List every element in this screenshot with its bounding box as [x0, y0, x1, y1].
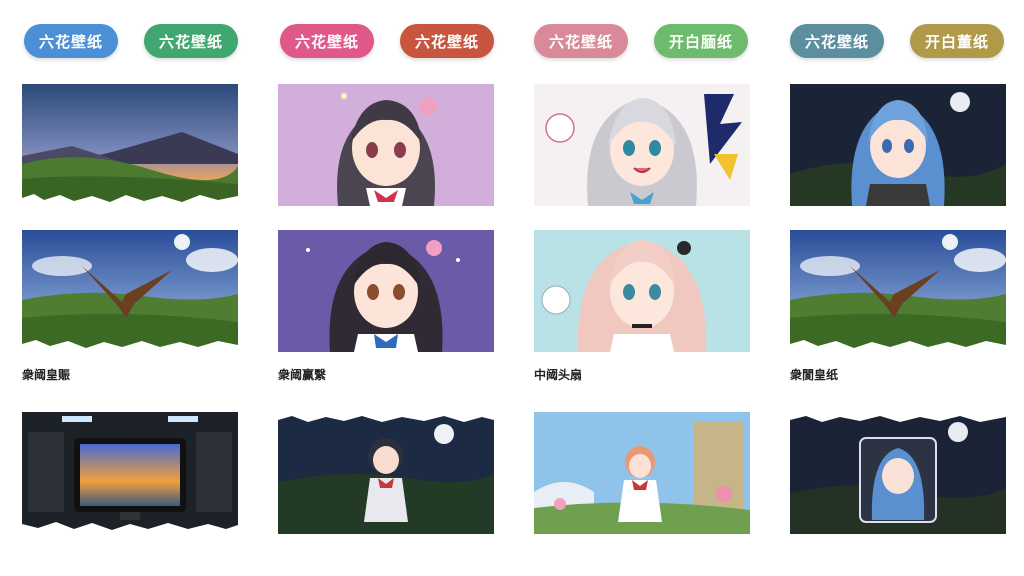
tab-wallpaper-5[interactable]: 六花壁纸 [534, 24, 628, 58]
mountain-sunset-image [22, 84, 238, 206]
eagle-meadow-image-2 [790, 230, 1006, 352]
anime-girl-flower-image [278, 84, 494, 206]
caption-1: 衆阈皇赈 [22, 368, 71, 382]
caption-2: 衆阈赢繄 [278, 368, 327, 382]
wallpaper-anime-girl-dark[interactable] [278, 230, 494, 352]
eagle-meadow-image [22, 230, 238, 352]
wallpaper-eagle-meadow-1[interactable] [22, 230, 238, 352]
anime-girl-castle-image [534, 412, 750, 534]
wallpaper-anime-girl-night-meadow[interactable] [278, 412, 494, 534]
anime-girl-pink-image [534, 230, 750, 352]
caption-3: 中阈头扇 [534, 368, 583, 382]
anime-girl-night-meadow-image [278, 412, 494, 534]
framed-portrait-night-image [790, 412, 1006, 534]
anime-girl-silver-image [534, 84, 750, 206]
tab-wallpaper-8[interactable]: 开白董纸 [910, 24, 1004, 58]
wallpaper-anime-girl-castle[interactable] [534, 412, 750, 534]
caption-4: 衆閬皇纸 [790, 368, 839, 382]
wallpaper-anime-girl-pink[interactable] [534, 230, 750, 352]
wallpaper-anime-girl-silver[interactable] [534, 84, 750, 206]
anime-girl-dark-image [278, 230, 494, 352]
monitor-room-image [22, 412, 238, 534]
tab-wallpaper-3[interactable]: 六花壁纸 [280, 24, 374, 58]
wallpaper-anime-girl-blue-night[interactable] [790, 84, 1006, 206]
wallpaper-eagle-meadow-2[interactable] [790, 230, 1006, 352]
tab-wallpaper-1[interactable]: 六花壁纸 [24, 24, 118, 58]
anime-girl-blue-night-image [790, 84, 1006, 206]
tab-wallpaper-2[interactable]: 六花壁纸 [144, 24, 238, 58]
wallpaper-mountain-sunset[interactable] [22, 84, 238, 206]
tab-wallpaper-7[interactable]: 六花壁纸 [790, 24, 884, 58]
wallpaper-monitor-room[interactable] [22, 412, 238, 534]
tab-wallpaper-6[interactable]: 开白腼纸 [654, 24, 748, 58]
wallpaper-anime-girl-flower[interactable] [278, 84, 494, 206]
wallpaper-framed-portrait-night[interactable] [790, 412, 1006, 534]
tab-wallpaper-4[interactable]: 六花壁纸 [400, 24, 494, 58]
